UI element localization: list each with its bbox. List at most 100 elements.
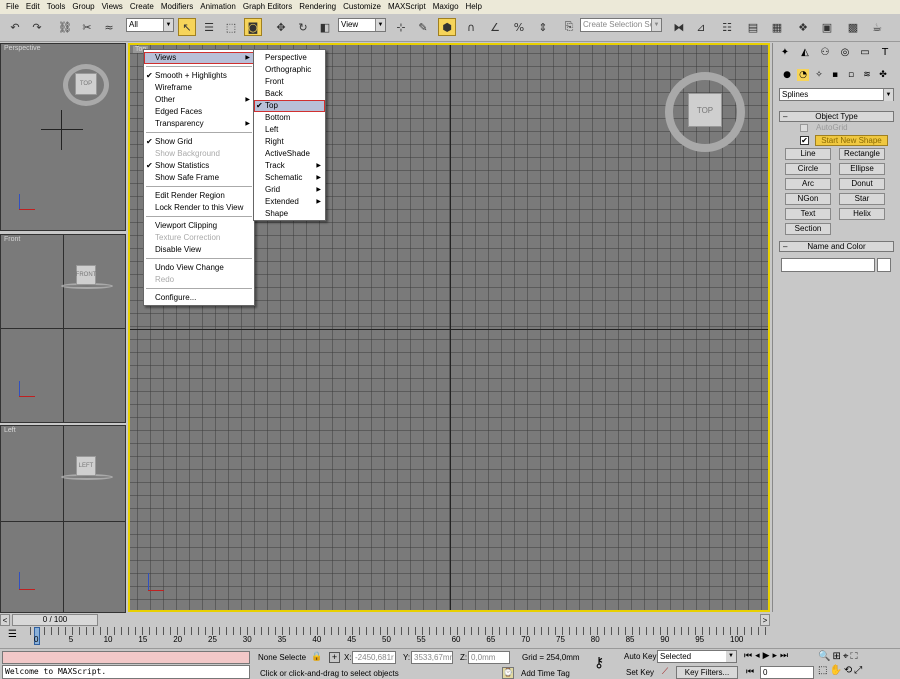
utilities-tab-icon[interactable]: T [877,45,893,61]
lights-icon[interactable]: ✧ [813,69,825,81]
select-by-name-icon[interactable]: ☰ [200,18,218,36]
menu-item-other[interactable]: Other ▶ [144,94,254,106]
keyboard-shortcut-override-icon[interactable]: ⬢ [438,18,456,36]
name-and-color-rollout[interactable]: – Name and Color [779,241,894,252]
menu-item-track[interactable]: Track ▶ [254,160,325,172]
helix-button[interactable]: Helix [839,208,885,220]
key-filters-button[interactable]: Key Filters... [676,666,738,679]
hierarchy-tab-icon[interactable]: ⚇ [817,45,833,61]
geometry-icon[interactable]: ● [781,69,793,81]
default-tangent-icon[interactable]: ⟋ [658,666,672,679]
select-object-icon[interactable]: ↖ [178,18,196,36]
viewcube[interactable]: TOP [75,73,97,95]
time-tag-icon[interactable]: ⌚ [502,667,514,679]
align-icon[interactable]: ⊿ [692,18,710,36]
undo-icon[interactable]: ↶ [6,18,24,36]
cameras-icon[interactable]: ▪ [829,69,841,81]
menu-item-top[interactable]: ✔ Top [254,100,325,112]
select-and-link-icon[interactable]: ⛓ [56,18,74,36]
menu-views[interactable]: Views [99,0,127,14]
space-warps-icon[interactable]: ≋ [861,69,873,81]
viewport-left[interactable]: Left LEFT [0,425,126,613]
menu-item-orthographic[interactable]: Orthographic [254,64,325,76]
menu-item-views[interactable]: Views ▶ [144,52,254,64]
menu-item-disable-view[interactable]: Disable View [144,244,254,256]
menu-item-back[interactable]: Back [254,88,325,100]
time-slider-thumb[interactable]: 0 / 100 [12,614,98,626]
quick-render-icon[interactable]: ☕ [868,18,886,36]
chevron-right-icon[interactable]: > [760,614,770,626]
absolute-mode-icon[interactable]: + [329,652,340,663]
menu-item-show-grid[interactable]: ✔ Show Grid [144,136,254,148]
menu-item-shape[interactable]: Shape [254,208,325,220]
start-new-shape-checkbox[interactable]: ✔ [800,136,809,145]
menu-item-perspective[interactable]: Perspective [254,52,325,64]
key-icon[interactable]: ⚷ [594,655,604,671]
line-button[interactable]: Line [785,148,831,160]
maxscript-listener-top[interactable] [2,651,250,664]
object-type-rollout[interactable]: – Object Type [779,111,894,122]
schematic-view-icon[interactable]: ▦ [768,18,786,36]
redo-icon[interactable]: ↷ [28,18,46,36]
create-tab-icon[interactable]: ✦ [777,45,793,61]
menu-group[interactable]: Group [69,0,98,14]
menu-item-undo-view-change[interactable]: Undo View Change [144,262,254,274]
modify-tab-icon[interactable]: ◭ [797,45,813,61]
shapes-icon[interactable]: ◔ [797,69,809,81]
snaps-toggle-icon[interactable]: ∩ [462,18,480,36]
menu-item-grid[interactable]: Grid ▶ [254,184,325,196]
menu-item-show-safe-frame[interactable]: Show Safe Frame [144,172,254,184]
section-button[interactable]: Section [785,223,831,235]
render-setup-icon[interactable]: ▣ [818,18,836,36]
select-and-move-icon[interactable]: ✥ [272,18,290,36]
category-dropdown[interactable]: Splines ▼ [779,88,894,101]
rendered-frame-window-icon[interactable]: ▩ [844,18,862,36]
menu-customize[interactable]: Customize [340,0,385,14]
menu-edit[interactable]: Edit [23,0,44,14]
menu-item-transparency[interactable]: Transparency ▶ [144,118,254,130]
current-frame-field[interactable]: 0 [760,666,814,679]
layer-manager-icon[interactable]: ☷ [718,18,736,36]
mirror-icon[interactable]: ⧓ [670,18,688,36]
add-time-tag[interactable]: Add Time Tag [521,667,570,679]
circle-button[interactable]: Circle [785,163,831,175]
x-coordinate-field[interactable]: -2450,681r [352,651,396,664]
menu-item-wireframe[interactable]: Wireframe [144,82,254,94]
rectangular-selection-icon[interactable]: ⬚ [222,18,240,36]
menu-item-texture-correction[interactable]: Texture Correction [144,232,254,244]
ellipse-button[interactable]: Ellipse [839,163,885,175]
menu-animation[interactable]: Animation [197,0,240,14]
spinner-snap-icon[interactable]: ⇕ [534,18,552,36]
menu-maxigo[interactable]: Maxigo [430,0,463,14]
auto-key-button[interactable]: Auto Key [624,650,656,663]
selection-filter-dropdown[interactable]: All ▼ [126,18,174,32]
viewport-label-left[interactable]: Left [4,427,16,434]
bind-to-space-warp-icon[interactable]: ≈ [100,18,118,36]
material-editor-icon[interactable]: ❖ [794,18,812,36]
menu-item-show-statistics[interactable]: ✔ Show Statistics [144,160,254,172]
key-mode-dropdown[interactable]: Selected ▼ [657,650,737,663]
chevron-left-icon[interactable]: < [0,614,10,626]
menu-tools[interactable]: Tools [44,0,70,14]
object-color-swatch[interactable] [877,258,891,272]
time-slider[interactable]: < 0 / 100 > [0,613,772,627]
arc-button[interactable]: Arc [785,178,831,190]
named-selection-sets-dropdown[interactable]: Create Selection Set ▼ [580,18,662,32]
menu-item-right[interactable]: Right [254,136,325,148]
viewport-perspective[interactable]: Perspective TOP [0,43,126,231]
pivot-center-icon[interactable]: ⊹ [392,18,410,36]
menu-rendering[interactable]: Rendering [296,0,340,14]
star-button[interactable]: Star [839,193,885,205]
select-and-scale-icon[interactable]: ◧ [316,18,334,36]
mini-curve-editor-icon[interactable]: ☰ [8,629,22,643]
viewport-front[interactable]: Front FRONT [0,234,126,423]
viewport-navigation-controls[interactable]: 🔍⊞⌖⛶ ⬚✋⟲⤢ [818,650,898,679]
menu-item-viewport-clipping[interactable]: Viewport Clipping [144,220,254,232]
viewcube[interactable]: FRONT [76,265,96,285]
menu-item-configure[interactable]: Configure... [144,292,254,304]
menu-file[interactable]: File [3,0,23,14]
menu-create[interactable]: Create [127,0,158,14]
menu-item-smooth-highlights[interactable]: ✔ Smooth + Highlights [144,70,254,82]
edit-named-selection-icon[interactable]: ⎘ [560,18,578,36]
menu-item-activeshade[interactable]: ActiveShade [254,148,325,160]
